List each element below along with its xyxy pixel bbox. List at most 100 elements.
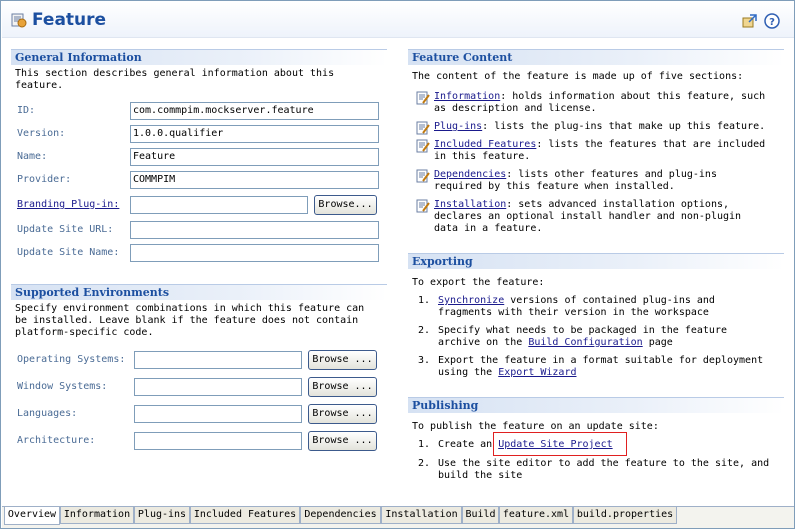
section-heading: Exporting bbox=[408, 253, 784, 269]
item-text: : lists other features and plug-ins bbox=[506, 169, 717, 180]
tab-included-features[interactable]: Included Features bbox=[190, 507, 300, 524]
dependencies-link[interactable]: Dependencies bbox=[434, 169, 506, 180]
step-text: versions of contained plug-ins and bbox=[504, 295, 715, 306]
content-item-installation: Installation: sets advanced installation… bbox=[416, 199, 786, 235]
architecture-row: Architecture: Browse ... bbox=[17, 431, 387, 451]
page-title: Feature bbox=[32, 10, 107, 30]
field-label: Version: bbox=[17, 128, 66, 139]
version-field[interactable]: 1.0.0.qualifier bbox=[130, 125, 379, 143]
item-text: : holds information about this feature, … bbox=[500, 91, 766, 102]
export-step: 1. Synchronize versions of contained plu… bbox=[416, 295, 786, 319]
svg-text:?: ? bbox=[769, 17, 775, 28]
tab-dependencies[interactable]: Dependencies bbox=[300, 507, 381, 524]
build-configuration-link[interactable]: Build Configuration bbox=[528, 337, 642, 348]
section-heading: General Information bbox=[11, 49, 387, 65]
branding-browse-button[interactable]: Browse... bbox=[314, 195, 377, 215]
field-label: Architecture: bbox=[17, 435, 96, 446]
name-field[interactable]: Feature bbox=[130, 148, 379, 166]
step-text: Use the site editor to add the feature t… bbox=[438, 458, 770, 469]
architecture-field[interactable] bbox=[134, 432, 302, 450]
update-site-url-row: Update Site URL: bbox=[17, 221, 387, 239]
description-line: This section describes general informati… bbox=[15, 68, 335, 79]
tab-build-properties[interactable]: build.properties bbox=[573, 507, 677, 524]
export-icon[interactable] bbox=[742, 13, 758, 29]
tab-build[interactable]: Build bbox=[462, 507, 499, 524]
step-number: 3. bbox=[417, 355, 430, 366]
editor-tabs: Overview Information Plug-ins Included F… bbox=[2, 506, 794, 528]
id-field[interactable]: com.commpim.mockserver.feature bbox=[130, 102, 379, 120]
export-step: 2. Specify what needs to be packaged in … bbox=[416, 325, 786, 349]
item-text: as description and license. bbox=[434, 103, 597, 114]
export-wizard-link[interactable]: Export Wizard bbox=[498, 367, 576, 378]
tab-overview[interactable]: Overview bbox=[4, 507, 60, 525]
languages-browse-button[interactable]: Browse ... bbox=[308, 404, 377, 424]
included-features-link[interactable]: Included Features bbox=[434, 139, 536, 150]
name-row: Name: Feature bbox=[17, 148, 387, 166]
synchronize-link[interactable]: Synchronize bbox=[438, 295, 504, 306]
information-link[interactable]: Information bbox=[434, 91, 500, 102]
field-label: Window Systems: bbox=[17, 381, 108, 392]
item-text: required by this feature when installed. bbox=[434, 181, 675, 192]
tab-plugins[interactable]: Plug-ins bbox=[134, 507, 190, 524]
operating-systems-row: Operating Systems: Browse ... bbox=[17, 350, 387, 370]
window-systems-browse-button[interactable]: Browse ... bbox=[308, 377, 377, 397]
step-text: build the site bbox=[438, 470, 523, 481]
step-text: Create an bbox=[438, 439, 499, 450]
item-text: : lists the plug-ins that make up this f… bbox=[482, 121, 766, 132]
version-row: Version: 1.0.0.qualifier bbox=[17, 125, 387, 143]
architecture-browse-button[interactable]: Browse ... bbox=[308, 431, 377, 451]
provider-field[interactable]: COMMPIM bbox=[130, 171, 379, 189]
publish-step: 2. Use the site editor to add the featur… bbox=[416, 458, 786, 482]
tab-feature-xml[interactable]: feature.xml bbox=[499, 507, 573, 524]
edit-page-icon bbox=[416, 121, 430, 135]
update-site-name-field[interactable] bbox=[130, 244, 379, 262]
item-text: : sets advanced installation options, bbox=[506, 199, 730, 210]
content-item-information: Information: holds information about thi… bbox=[416, 91, 786, 115]
languages-field[interactable] bbox=[134, 405, 302, 423]
step-text: archive on the bbox=[438, 337, 529, 348]
item-text: declares an optional install handler and… bbox=[434, 211, 742, 222]
update-site-url-field[interactable] bbox=[130, 221, 379, 239]
branding-plugin-link[interactable]: Branding Plug-in: bbox=[17, 199, 119, 210]
update-site-name-row: Update Site Name: bbox=[17, 244, 387, 262]
step-number: 1. bbox=[417, 439, 430, 450]
content-item-plugins: Plug-ins: lists the plug-ins that make u… bbox=[416, 121, 786, 135]
tab-information[interactable]: Information bbox=[60, 507, 134, 524]
section-description: Specify environment combinations in whic… bbox=[11, 300, 387, 339]
step-number: 2. bbox=[417, 325, 430, 336]
edit-page-icon bbox=[416, 139, 430, 153]
step-text: using the bbox=[438, 367, 499, 378]
step-number: 1. bbox=[417, 295, 430, 306]
operating-systems-browse-button[interactable]: Browse ... bbox=[308, 350, 377, 370]
provider-row: Provider: COMMPIM bbox=[17, 171, 387, 189]
branding-plugin-row: Branding Plug-in: Browse... bbox=[17, 195, 387, 215]
tab-installation[interactable]: Installation bbox=[381, 507, 462, 524]
section-intro: To publish the feature on an update site… bbox=[412, 421, 659, 432]
item-text: data in a feature. bbox=[434, 223, 543, 234]
description-line: be installed. Leave blank if the feature… bbox=[15, 315, 359, 326]
exporting-section: Exporting To export the feature: 1. Sync… bbox=[408, 253, 784, 388]
edit-page-icon bbox=[416, 91, 430, 105]
field-label: Operating Systems: bbox=[17, 354, 126, 365]
step-text: Export the feature in a format suitable … bbox=[438, 355, 764, 366]
edit-page-icon bbox=[416, 199, 430, 213]
item-text: : lists the features that are included bbox=[536, 139, 766, 150]
section-heading: Publishing bbox=[408, 397, 784, 413]
window-systems-field[interactable] bbox=[134, 378, 302, 396]
feature-icon bbox=[11, 13, 27, 28]
installation-link[interactable]: Installation bbox=[434, 199, 506, 210]
section-intro: The content of the feature is made up of… bbox=[412, 71, 744, 82]
step-text: fragments with their version in the work… bbox=[438, 307, 709, 318]
step-text: Specify what needs to be packaged in the… bbox=[438, 325, 727, 336]
operating-systems-field[interactable] bbox=[134, 351, 302, 369]
editor-frame: Feature ? General Information This secti… bbox=[0, 0, 795, 529]
description-line: feature. bbox=[15, 80, 64, 91]
plugins-link[interactable]: Plug-ins bbox=[434, 121, 482, 132]
step-number: 2. bbox=[417, 458, 430, 469]
export-step: 3. Export the feature in a format suitab… bbox=[416, 355, 786, 379]
field-label: Languages: bbox=[17, 408, 78, 419]
help-icon[interactable]: ? bbox=[764, 13, 780, 29]
branding-plugin-field[interactable] bbox=[130, 196, 308, 214]
feature-content-section: Feature Content The content of the featu… bbox=[408, 49, 784, 244]
step-text: page bbox=[642, 337, 673, 348]
